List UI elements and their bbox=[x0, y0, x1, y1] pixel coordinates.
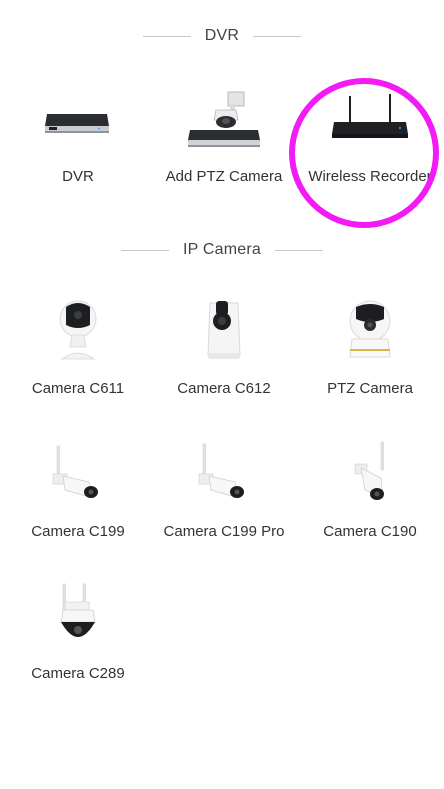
device-label: Camera C611 bbox=[31, 380, 125, 397]
section-title-ip-camera: IP Camera bbox=[183, 241, 261, 258]
device-camera-c190[interactable]: Camera C190 bbox=[296, 435, 444, 565]
camera-c199-icon bbox=[38, 435, 118, 515]
device-camera-c199-pro[interactable]: Camera C199 Pro bbox=[150, 435, 298, 565]
device-label: Wireless Recorder bbox=[308, 168, 432, 185]
camera-c199-pro-icon bbox=[184, 435, 264, 515]
device-add-ptz-camera[interactable]: Add PTZ Camera bbox=[150, 80, 298, 210]
camera-c611-icon bbox=[38, 292, 118, 372]
camera-c612-icon bbox=[184, 292, 264, 372]
device-label: PTZ Camera bbox=[327, 380, 413, 397]
section-title-dvr: DVR bbox=[204, 27, 240, 44]
camera-c190-icon bbox=[330, 435, 410, 515]
device-label: Camera C289 bbox=[31, 665, 125, 682]
device-camera-c289[interactable]: Camera C289 bbox=[4, 577, 152, 707]
divider-line-left bbox=[142, 35, 191, 37]
device-label: Add PTZ Camera bbox=[165, 168, 283, 185]
device-camera-c612[interactable]: Camera C612 bbox=[150, 292, 298, 422]
divider-line-right bbox=[253, 35, 302, 37]
device-label: Camera C199 bbox=[31, 523, 125, 540]
device-label: Camera C199 Pro bbox=[163, 523, 285, 540]
camera-c289-icon bbox=[38, 577, 118, 657]
device-dvr[interactable]: DVR bbox=[4, 80, 152, 210]
ptz-camera-icon bbox=[330, 292, 410, 372]
ptz-camera-with-dvr-icon bbox=[184, 80, 264, 160]
device-label: Camera C612 bbox=[177, 380, 271, 397]
device-camera-c199[interactable]: Camera C199 bbox=[4, 435, 152, 565]
wireless-recorder-icon bbox=[330, 80, 410, 160]
dvr-icon bbox=[38, 80, 118, 160]
device-label: DVR bbox=[62, 168, 94, 185]
device-wireless-recorder[interactable]: Wireless Recorder bbox=[296, 80, 444, 210]
device-label: Camera C190 bbox=[323, 523, 417, 540]
divider-line-right bbox=[274, 249, 323, 251]
dvr-section-header: DVR bbox=[0, 26, 444, 46]
device-ptz-camera[interactable]: PTZ Camera bbox=[296, 292, 444, 422]
ip-camera-section-header: IP Camera bbox=[0, 240, 444, 260]
divider-line-left bbox=[121, 249, 169, 251]
device-camera-c611[interactable]: Camera C611 bbox=[4, 292, 152, 422]
